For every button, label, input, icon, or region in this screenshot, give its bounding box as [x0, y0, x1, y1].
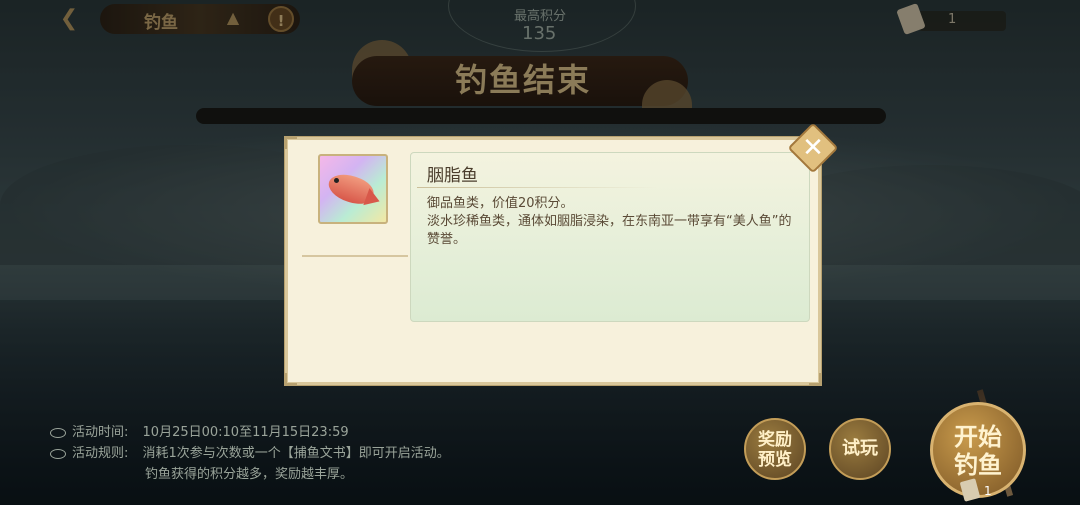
modal-corner	[285, 373, 297, 385]
activity-rule-label: 活动规则:	[72, 446, 129, 461]
activity-time-row: 活动时间: 10月25日00:10至11月15日23:59	[50, 421, 349, 440]
start-count: 1	[984, 484, 992, 498]
activity-time-label: 活动时间:	[72, 425, 129, 440]
trial-label: 试玩	[842, 438, 878, 459]
activity-time-value: 10月25日00:10至11月15日23:59	[142, 425, 349, 440]
name-underline	[417, 187, 657, 188]
eye-icon	[50, 448, 66, 459]
close-icon[interactable]: ✕	[795, 130, 831, 166]
fish-detail-modal: 胭脂鱼 御品鱼类，价值20积分。 淡水珍稀鱼类，通体如胭脂浸染，在东南亚一带享有…	[285, 137, 821, 385]
reward-preview-button[interactable]: 奖励预览	[744, 418, 806, 480]
activity-rule-value: 消耗1次参与次数或一个【捕鱼文书】即可开启活动。	[142, 446, 450, 461]
trial-button[interactable]: 试玩	[829, 418, 891, 480]
fish-description: 御品鱼类，价值20积分。 淡水珍稀鱼类，通体如胭脂浸染，在东南亚一带享有“美人鱼…	[427, 195, 797, 249]
fish-description-line-2: 淡水珍稀鱼类，通体如胭脂浸染，在东南亚一带享有“美人鱼”的赞誉。	[427, 214, 792, 247]
fish-item-icon	[318, 154, 388, 224]
modal-corner	[285, 137, 297, 149]
activity-rule-row: 活动规则: 消耗1次参与次数或一个【捕鱼文书】即可开启活动。	[50, 442, 450, 461]
modal-corner	[809, 373, 821, 385]
fish-name: 胭脂鱼	[427, 166, 478, 186]
eye-icon	[50, 427, 66, 438]
start-fishing-button[interactable]: 开始钓鱼	[930, 402, 1026, 498]
divider	[302, 255, 408, 257]
fish-description-line-1: 御品鱼类，价值20积分。	[427, 196, 574, 211]
fish-eye	[334, 178, 339, 183]
activity-rule-value-2: 钓鱼获得的积分越多，奖励越丰厚。	[145, 467, 354, 482]
reward-preview-label: 奖励预览	[758, 430, 792, 470]
fish-description-box: 胭脂鱼 御品鱼类，价值20积分。 淡水珍稀鱼类，通体如胭脂浸染，在东南亚一带享有…	[410, 152, 810, 322]
start-fishing-label: 开始钓鱼	[954, 423, 1002, 479]
